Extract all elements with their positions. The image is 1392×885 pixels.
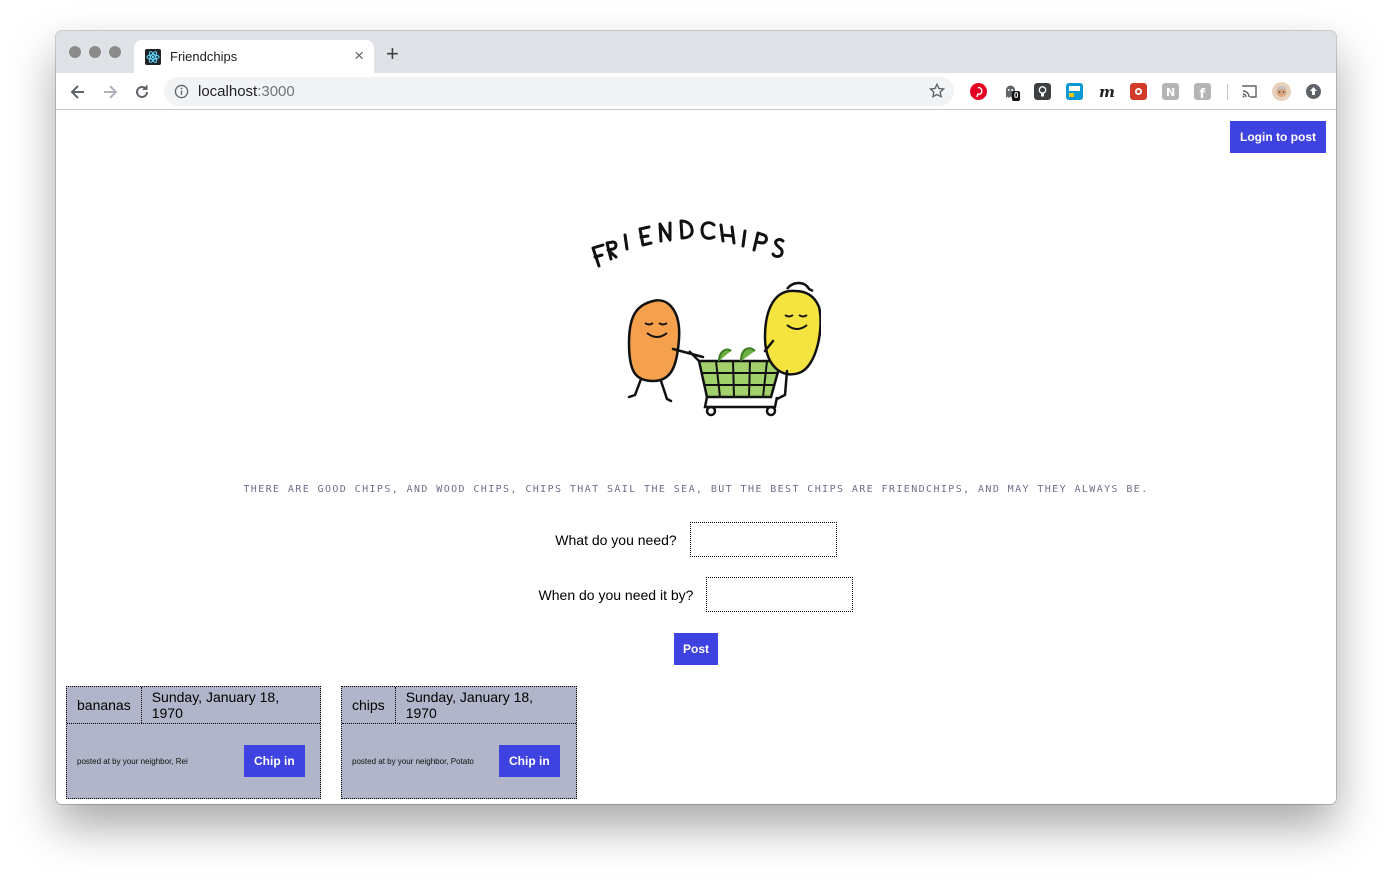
need-input[interactable]	[689, 522, 837, 557]
need-row: What do you need?	[56, 522, 1336, 557]
browser-window: Friendchips × + localhost:3000 0 m N f L…	[56, 31, 1336, 804]
minimize-window-button[interactable]	[89, 46, 101, 58]
facebook-extension-icon[interactable]: f	[1194, 83, 1211, 100]
post-item: chips	[342, 687, 396, 723]
chip-in-button[interactable]: Chip in	[244, 745, 305, 777]
bookmark-star-icon[interactable]	[928, 82, 946, 100]
svg-text:f: f	[1200, 87, 1206, 100]
url-text[interactable]: localhost:3000	[198, 83, 295, 100]
tagline: There are good chips, and wood chips, ch…	[243, 484, 1149, 495]
need-label: What do you need?	[555, 531, 677, 548]
friendchips-logo	[591, 219, 821, 417]
post-date: Sunday, January 18, 1970	[151, 689, 280, 721]
update-icon[interactable]	[1305, 83, 1322, 100]
zoom-window-button[interactable]	[109, 46, 121, 58]
tab-close-icon[interactable]: ×	[354, 47, 364, 64]
m-extension-icon[interactable]: m	[1098, 83, 1115, 100]
notion-extension-icon[interactable]: N	[1162, 83, 1179, 100]
svg-text:m: m	[1099, 83, 1115, 100]
react-favicon-icon	[145, 49, 161, 65]
new-tab-button[interactable]: +	[386, 43, 399, 65]
browser-toolbar: localhost:3000 0 m N f	[56, 73, 1336, 110]
need-by-label: When do you need it by?	[538, 586, 694, 603]
avatar[interactable]	[1272, 82, 1291, 101]
ghostery-badge: 0	[1012, 91, 1021, 101]
post-item: bananas	[67, 687, 142, 723]
blue-square-extension-icon[interactable]	[1066, 83, 1083, 100]
red-extension-icon[interactable]	[1130, 83, 1147, 100]
post-button[interactable]: Post	[674, 633, 718, 665]
ghostery-icon[interactable]: 0	[1002, 83, 1021, 101]
pinterest-icon[interactable]	[970, 83, 987, 100]
tab-title: Friendchips	[170, 49, 238, 64]
by-row: When do you need it by?	[56, 577, 1336, 612]
login-to-post-button[interactable]: Login to post	[1230, 121, 1326, 153]
toolbar-divider	[1227, 84, 1228, 100]
page-viewport: Login to post THERE ARE GOOD CHIPS, AND …	[56, 111, 1336, 804]
post-date: Sunday, January 18, 1970	[405, 689, 534, 721]
tab-friendchips[interactable]: Friendchips ×	[134, 40, 374, 73]
post-byline: posted at by your neighbor, Rei	[77, 757, 188, 766]
address-bar[interactable]: localhost:3000	[164, 77, 954, 106]
cast-icon[interactable]	[1241, 83, 1258, 100]
post-byline: posted at by your neighbor, Potato	[352, 757, 474, 766]
need-by-input[interactable]	[706, 577, 854, 612]
svg-text:N: N	[1166, 86, 1175, 99]
tab-bar: Friendchips × +	[56, 31, 1336, 73]
chip-in-button[interactable]: Chip in	[499, 745, 560, 777]
post-card: bananas Sunday, January 18, 1970 posted …	[66, 686, 321, 799]
reload-icon[interactable]	[132, 82, 152, 102]
info-icon[interactable]	[174, 84, 189, 99]
lightbulb-extension-icon[interactable]	[1034, 83, 1051, 100]
post-card-header: bananas Sunday, January 18, 1970	[67, 687, 320, 724]
post-card-header: chips Sunday, January 18, 1970	[342, 687, 576, 724]
back-icon[interactable]	[68, 82, 88, 102]
forward-icon[interactable]	[100, 82, 120, 102]
post-card: chips Sunday, January 18, 1970 posted at…	[341, 686, 577, 799]
close-window-button[interactable]	[69, 46, 81, 58]
